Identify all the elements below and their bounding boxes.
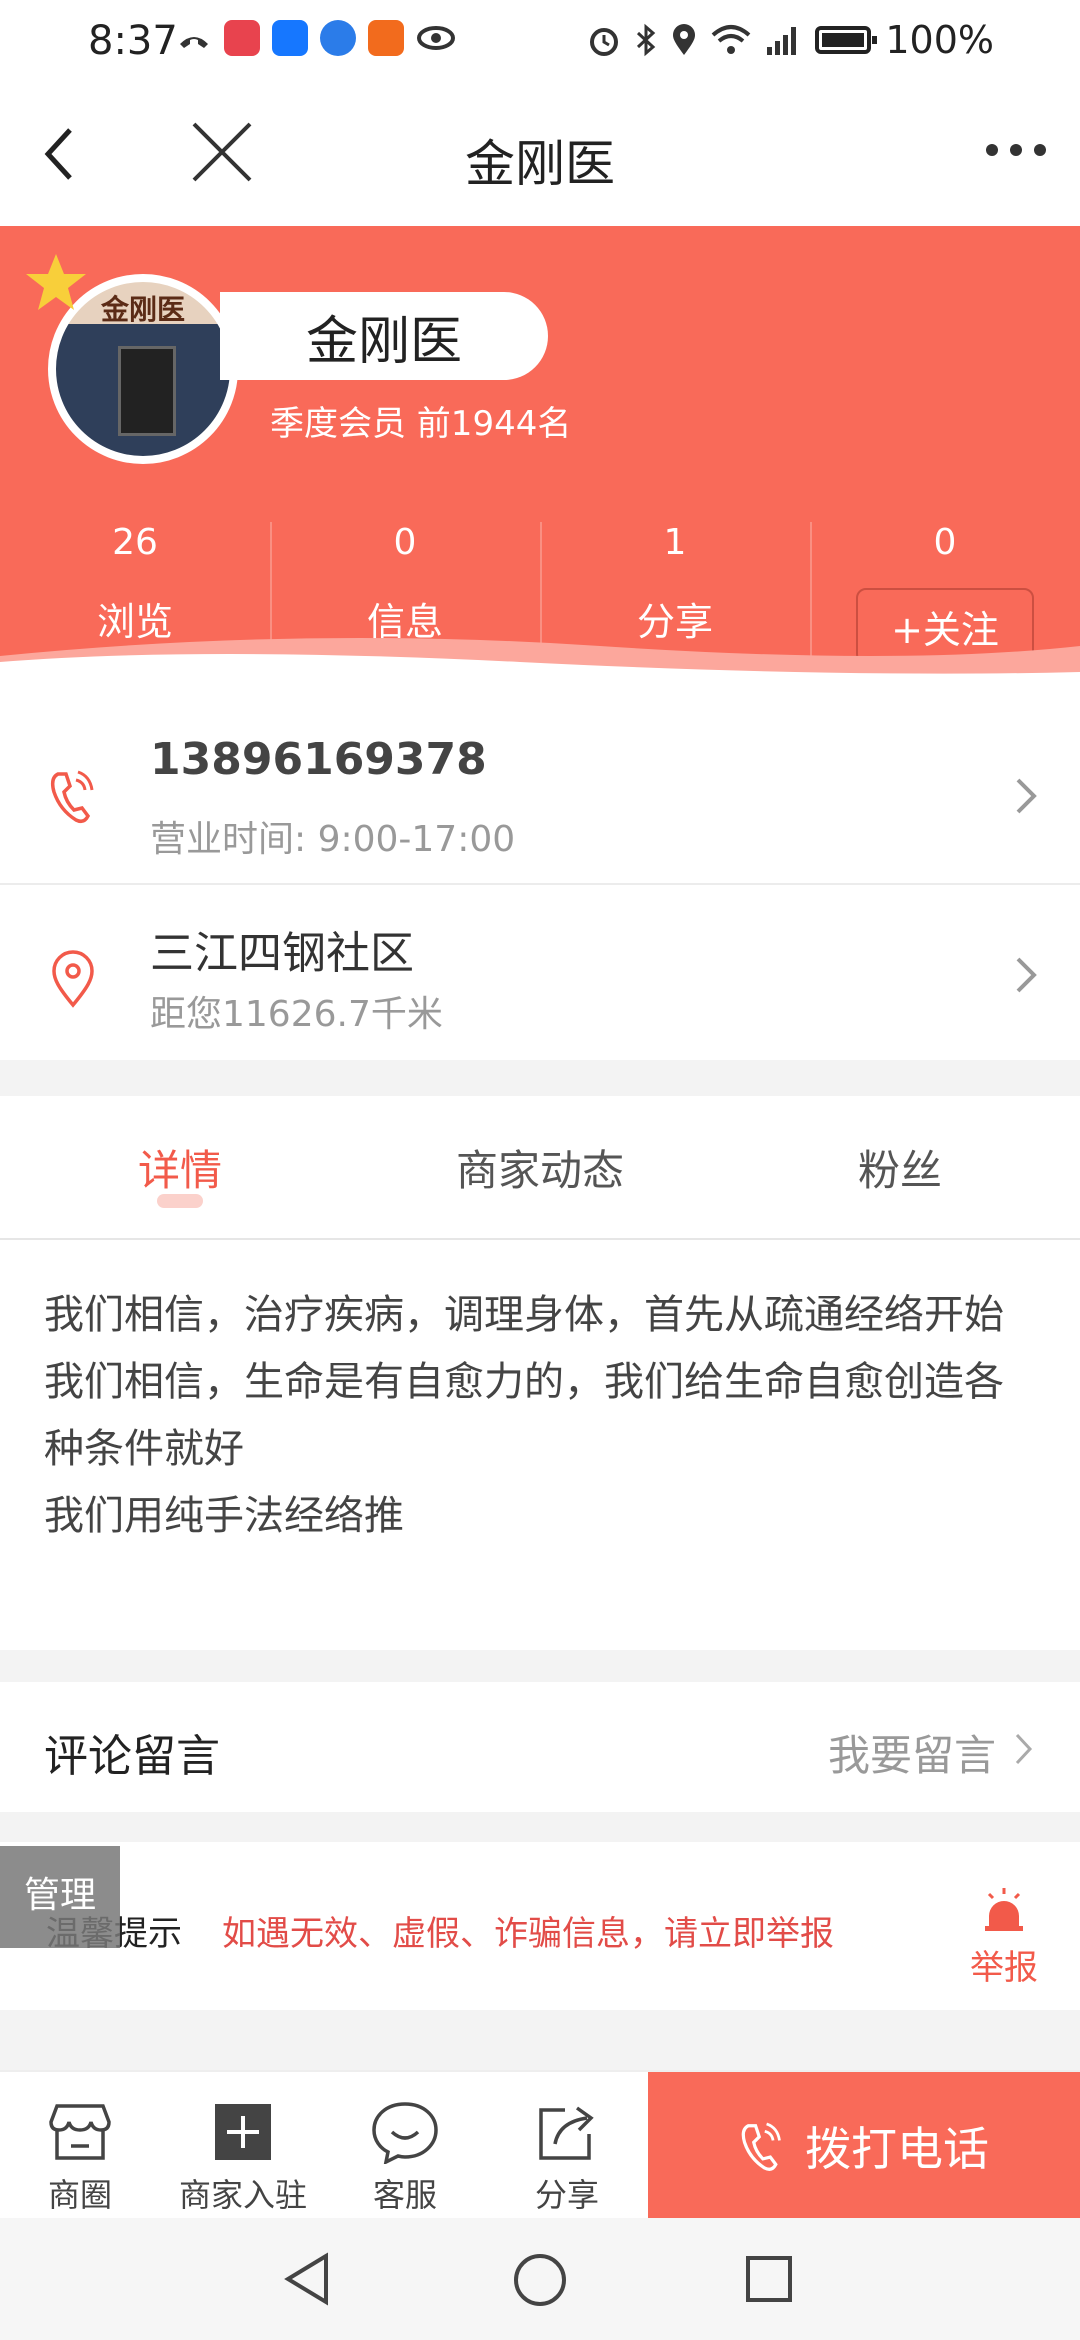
status-right: 100% [587,18,994,62]
address: 三江四钢社区 [150,928,414,979]
bluetooth-icon [637,23,656,57]
tip-text: 如遇无效、虚假、诈骗信息，请立即举报 [222,1914,834,1954]
location-icon [673,24,696,55]
missed-call-icon [180,37,208,48]
stat-value: 0 [393,522,417,563]
share-icon [539,2106,594,2160]
tab-fans[interactable]: 粉丝 [720,1096,1080,1238]
call-label: 拨打电话 [805,2122,989,2176]
browser-icon [320,20,356,56]
navigation-bar: 金刚医 [0,84,1080,226]
merchant-name: 金刚医 [220,292,548,380]
stat-value: 1 [663,522,687,563]
phone-icon [741,2122,781,2171]
stat-value: 26 [112,522,158,563]
bottom-item-label: 分享 [534,2176,599,2214]
notification-icons [176,20,456,56]
chevron-right-icon [1016,957,1037,993]
chevron-right-icon [1016,778,1037,814]
tab-label: 粉丝 [857,1145,942,1195]
tab-label: 详情 [137,1145,222,1195]
tab-label: 商家动态 [455,1145,624,1195]
stat-value: 0 [933,522,957,563]
header-wave [0,638,1080,706]
alarm-light-icon [985,1888,1023,1931]
manage-button[interactable]: 管理 [0,1846,120,1948]
tab-indicator [157,1194,203,1208]
system-home-icon[interactable] [512,2252,568,2308]
eye-icon [417,26,455,50]
phone-icon [50,770,94,824]
page-title: 金刚医 [465,135,615,193]
report-label: 举报 [970,1948,1038,1988]
bottom-item-share[interactable]: 分享 [492,2072,642,2220]
comments-title: 评论留言 [44,1731,220,1782]
alipay-icon [272,20,308,56]
bottom-item-label: 商家入驻 [178,2176,307,2214]
contact-card: 13896169378 营业时间: 9:00-17:00 三江四钢社区 距您11… [0,706,1080,1060]
detail-content: 我们相信，治疗疾病，调理身体，首先从疏通经络开始 我们相信，生命是有自愈力的，我… [0,1240,1080,1650]
star-icon [26,254,86,310]
comments-section: 评论留言 我要留言 [0,1682,1080,1812]
detail-paragraph: 我们相信，生命是有自愈力的，我们给生命自愈创造各种条件就好 [44,1359,1004,1472]
tab-bar: 详情 商家动态 粉丝 [0,1096,1080,1240]
status-bar: 8:37 100% [0,0,1080,84]
avatar-door [118,346,176,436]
bottom-item-customer-service[interactable]: 客服 [330,2072,480,2220]
bottom-item-label: 客服 [372,2176,437,2214]
status-time: 8:37 [88,18,178,64]
business-hours: 营业时间: 9:00-17:00 [150,819,516,860]
merchant-header: 金刚医 金刚医 季度会员 前1944名 26 浏览 0 信息 1 分享 0 +关… [0,226,1080,706]
bottom-item-business-circle[interactable]: 商圈 [5,2072,155,2220]
bottom-action-bar: 商圈 商家入驻 客服 分享 拨打电话 [0,2070,1080,2220]
bottom-item-merchant-join[interactable]: 商家入驻 [168,2072,318,2220]
call-button[interactable]: 拨打电话 [648,2072,1080,2220]
address-row[interactable]: 三江四钢社区 距您11626.7千米 [0,883,1080,1060]
system-recents-icon[interactable] [744,2254,794,2304]
phone-row[interactable]: 13896169378 营业时间: 9:00-17:00 [0,706,1080,883]
system-back-icon[interactable] [282,2252,334,2306]
bottom-item-label: 商圈 [47,2176,112,2214]
location-pin-icon [52,950,94,1008]
tab-merchant-news[interactable]: 商家动态 [360,1096,720,1238]
signal-icon [767,27,797,55]
leave-comment-link[interactable]: 我要留言 [828,1722,996,1783]
plus-square-icon [215,2104,271,2160]
distance: 距您11626.7千米 [150,994,443,1035]
battery-percent: 100% [885,18,994,62]
phone-number: 13896169378 [150,734,487,785]
warning-tips: 温馨提示 如遇无效、虚假、诈骗信息，请立即举报 举报 [0,1842,1080,2010]
more-icon[interactable] [986,140,1046,160]
chat-bubble-icon [372,2102,438,2166]
detail-paragraph: 我们相信，治疗疾病，调理身体，首先从疏通经络开始 [44,1292,1004,1338]
member-rank: 季度会员 前1944名 [270,404,572,444]
wifi-icon [712,25,751,54]
bank-app-icon [368,20,404,56]
report-button[interactable]: 举报 [964,1886,1044,1989]
huawei-app-icon [224,20,260,56]
alarm-icon [590,28,619,56]
chevron-right-icon [1015,1733,1033,1765]
store-icon [49,2104,111,2160]
tab-details[interactable]: 详情 [0,1096,360,1238]
detail-paragraph: 我们用纯手法经络推 [44,1493,404,1539]
system-navigation-bar [0,2218,1080,2340]
battery-icon [815,26,878,54]
